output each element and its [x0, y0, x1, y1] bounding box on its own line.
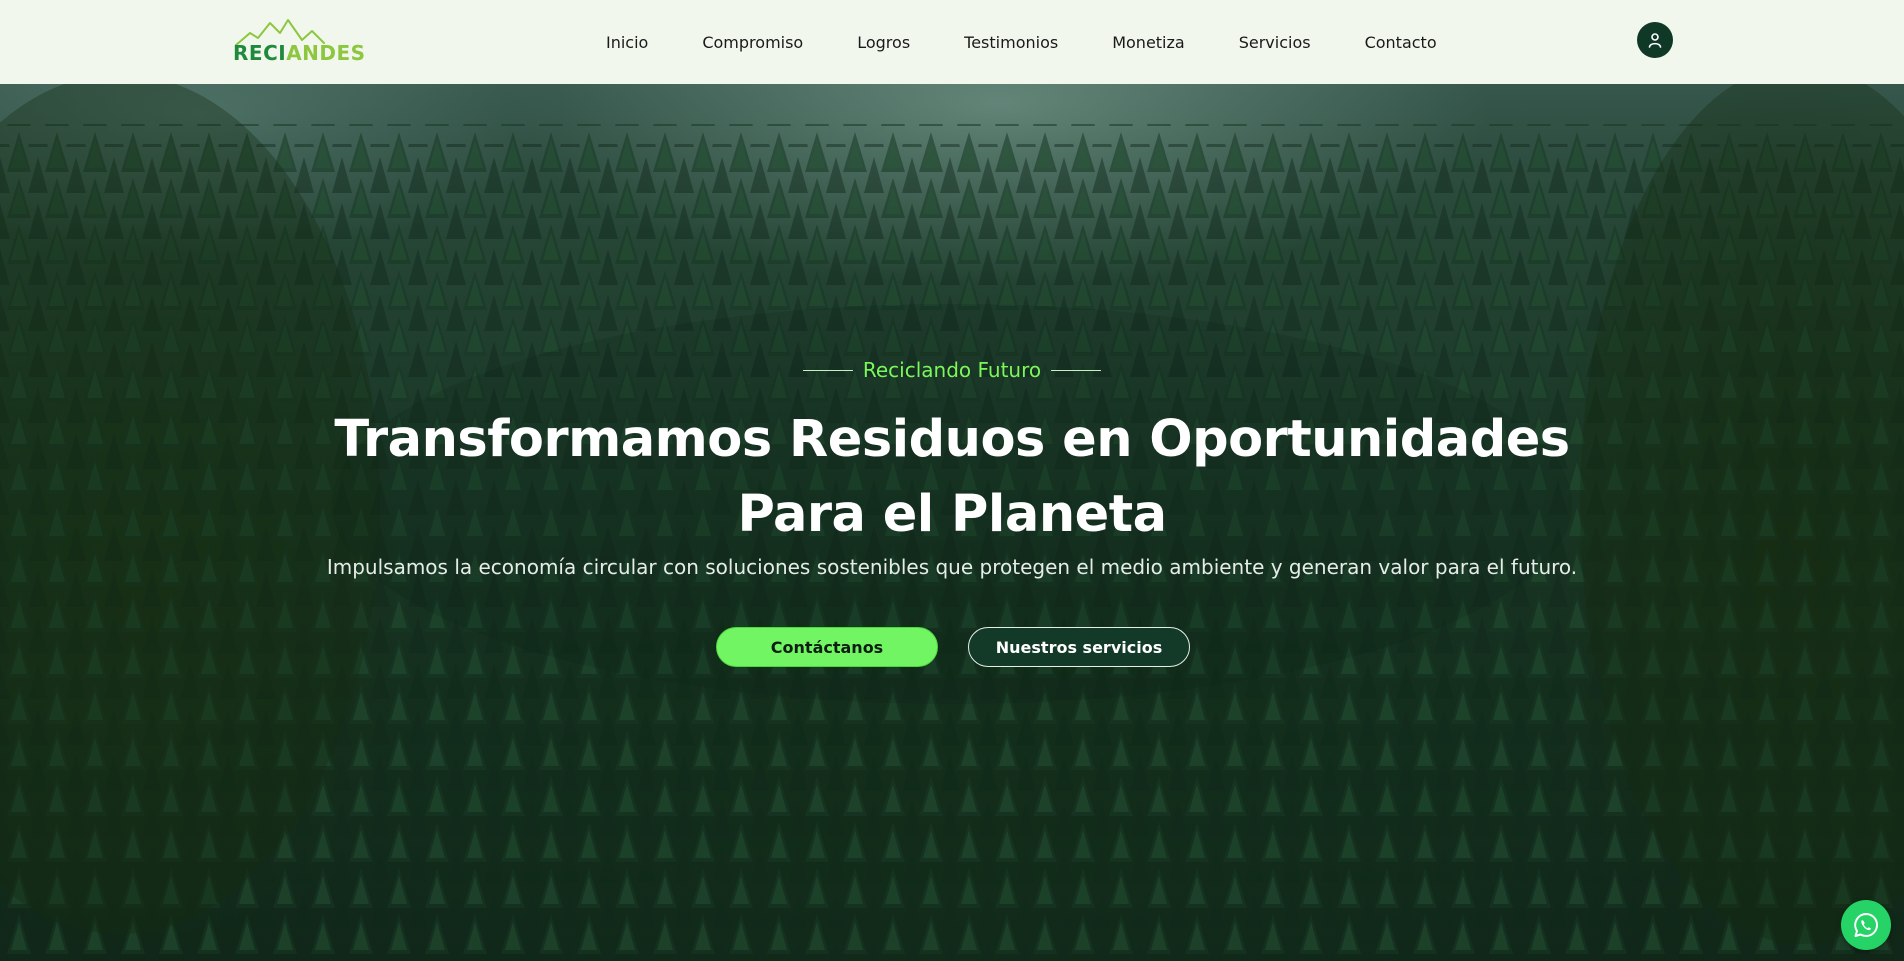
nav-item-testimonios[interactable]: Testimonios: [964, 33, 1058, 52]
logo-wordmark: RECIANDES: [233, 43, 366, 63]
kicker-divider-left: [802, 369, 853, 371]
hero-subtitle: Impulsamos la economía circular con solu…: [326, 555, 1578, 579]
hero-kicker: Reciclando Futuro: [0, 356, 1904, 384]
logo-text-part-1: RECI: [233, 41, 287, 65]
logo-text-part-2: ANDES: [286, 41, 366, 65]
contact-button[interactable]: Contáctanos: [716, 627, 938, 667]
services-button[interactable]: Nuestros servicios: [968, 627, 1190, 667]
nav-item-inicio[interactable]: Inicio: [606, 33, 648, 52]
user-icon: [1648, 33, 1662, 48]
hero-section: Reciclando Futuro Transformamos Residuos…: [0, 84, 1904, 961]
hero-title-line-1: Transformamos Residuos en Oportunidades: [334, 410, 1570, 469]
site-header: RECIANDES Inicio Compromiso Logros Testi…: [0, 0, 1904, 84]
kicker-text: Reciclando Futuro: [862, 358, 1042, 382]
nav-item-contacto[interactable]: Contacto: [1365, 33, 1437, 52]
whatsapp-button[interactable]: [1841, 900, 1891, 950]
hero-title-line-2: Para el Planeta: [737, 485, 1167, 544]
nav-item-servicios[interactable]: Servicios: [1239, 33, 1311, 52]
brand-logo[interactable]: RECIANDES: [232, 16, 365, 66]
nav-item-monetiza[interactable]: Monetiza: [1112, 33, 1185, 52]
main-nav: Inicio Compromiso Logros Testimonios Mon…: [606, 0, 1437, 84]
nav-item-logros[interactable]: Logros: [857, 33, 910, 52]
user-account-button[interactable]: [1637, 22, 1673, 58]
kicker-divider-right: [1051, 369, 1102, 371]
nav-item-compromiso[interactable]: Compromiso: [702, 33, 803, 52]
whatsapp-icon: [1854, 913, 1878, 937]
hero-title: Transformamos Residuos en Oportunidades …: [0, 402, 1904, 552]
